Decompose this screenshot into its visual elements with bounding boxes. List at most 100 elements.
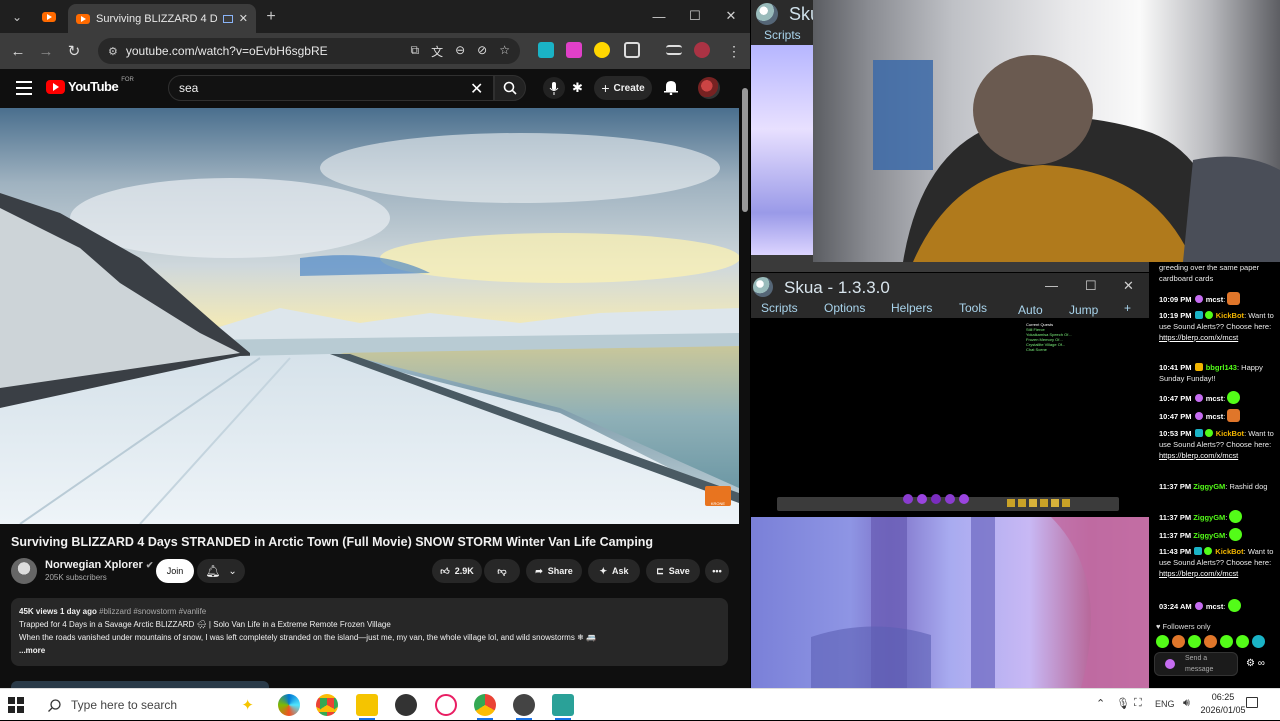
hashtags[interactable]: #blizzard #snowstorm #vanlife (99, 607, 206, 616)
tab-active[interactable]: Surviving BLIZZARD 4 Days ✕ (68, 4, 256, 33)
copilot-icon[interactable] (278, 694, 300, 716)
skua-menu-auto[interactable]: Auto (1018, 303, 1043, 317)
item-1-icon[interactable] (1007, 499, 1015, 507)
tray-chevron-up-icon[interactable]: ⌃ (1096, 697, 1105, 710)
skua-menu-tools[interactable]: Tools (959, 301, 987, 315)
taskbar-search-box[interactable]: Type here to search ✦ (36, 689, 270, 721)
close-button[interactable]: ✕ (716, 6, 746, 26)
scrollbar-thumb[interactable] (742, 88, 748, 212)
tab-close-icon[interactable]: ✕ (239, 12, 248, 25)
emote-icon[interactable] (1236, 635, 1249, 648)
video-player[interactable]: KRONE (0, 108, 739, 524)
search-button[interactable] (494, 75, 526, 101)
bookmark-star-icon[interactable]: ☆ (499, 43, 510, 60)
install-app-icon[interactable]: ⧉ (411, 43, 420, 60)
forward-button[interactable]: → (36, 41, 56, 61)
video-description[interactable]: 45K views 1 day ago #blizzard #snowstorm… (11, 598, 728, 666)
item-2-icon[interactable] (1018, 499, 1026, 507)
clock-date[interactable]: 2026/01/05 (1196, 705, 1250, 715)
back-button[interactable]: ← (8, 41, 28, 61)
create-button[interactable]: + Create (594, 76, 652, 100)
channel-avatar[interactable] (11, 558, 37, 584)
skua-menu-add[interactable]: + (1124, 301, 1131, 315)
notifications-bell-icon[interactable] (664, 79, 678, 95)
new-tab-button[interactable]: + (260, 6, 282, 28)
dislike-button[interactable]: 👎︎ (484, 559, 520, 583)
volume-icon[interactable]: 🔊︎ (1183, 697, 1190, 710)
pinned-youtube-tab[interactable] (38, 6, 60, 28)
emote-icon[interactable] (1156, 635, 1169, 648)
voice-search-button[interactable] (543, 77, 565, 99)
chrome-profile-icon[interactable] (474, 694, 496, 720)
skua-menu-options[interactable]: Options (824, 301, 865, 315)
emote-icon[interactable] (1172, 635, 1185, 648)
emote-icon[interactable] (1252, 635, 1265, 648)
chat-link[interactable]: https://blerp.com/x/mcst (1159, 333, 1238, 342)
clear-search-icon[interactable]: ✕ (470, 79, 483, 99)
maximize-button[interactable]: ☐ (680, 6, 710, 26)
chat-settings-icon[interactable]: ⚙ ∞ (1246, 658, 1265, 669)
skua-scripts-menu[interactable]: Scripts (764, 28, 801, 42)
more-actions-button[interactable]: ••• (705, 559, 729, 583)
item-4-icon[interactable] (1040, 499, 1048, 507)
like-button[interactable]: 👍︎ 2.9K (432, 559, 482, 583)
file-explorer-icon[interactable] (356, 694, 378, 720)
chat-link[interactable]: https://blerp.com/x/mcst (1159, 569, 1238, 578)
emote-icon[interactable] (1204, 635, 1217, 648)
skill-1-icon[interactable] (903, 494, 913, 504)
skill-5-icon[interactable] (959, 494, 969, 504)
input-language[interactable]: ENG (1155, 699, 1175, 709)
join-button[interactable]: Join (156, 559, 194, 583)
clock-time[interactable]: 06:25 (1196, 692, 1250, 702)
skill-2-icon[interactable] (917, 494, 927, 504)
tab-search-button[interactable]: ⌄ (6, 6, 28, 28)
item-6-icon[interactable] (1062, 499, 1070, 507)
skill-3-icon[interactable] (931, 494, 941, 504)
reload-button[interactable]: ↻ (64, 41, 84, 61)
extension-3-icon[interactable] (594, 42, 610, 58)
start-button[interactable] (8, 697, 24, 713)
chrome-icon[interactable] (316, 694, 338, 716)
emote-icon[interactable] (1220, 635, 1233, 648)
search-input[interactable]: sea (168, 75, 494, 101)
obs-icon[interactable] (395, 694, 417, 716)
chat-link[interactable]: https://blerp.com/x/mcst (1159, 451, 1238, 460)
channel-watermark[interactable]: KRONE (705, 486, 731, 506)
ask-button[interactable]: ✦ Ask (588, 559, 640, 583)
save-button[interactable]: ⊏ Save (646, 559, 700, 583)
share-button[interactable]: ➦ Share (526, 559, 582, 583)
item-5-icon[interactable] (1051, 499, 1059, 507)
extension-gamepad-icon[interactable]: ✱ (572, 80, 583, 96)
network-icon[interactable]: ⛶ (1134, 697, 1142, 710)
translate-icon[interactable]: 文 (431, 43, 443, 60)
channel-name[interactable]: Norwegian Xplorer ✔ (45, 559, 153, 571)
skua-maximize-button[interactable]: ☐ (1085, 278, 1097, 294)
game-app-icon[interactable] (552, 694, 574, 720)
emote-icon[interactable] (1188, 635, 1201, 648)
show-more-link[interactable]: ...more (19, 644, 720, 657)
skua-minimize-button[interactable]: — (1045, 278, 1058, 293)
game-viewport[interactable] (751, 45, 813, 255)
minimize-button[interactable]: — (644, 6, 674, 26)
account-avatar[interactable] (698, 77, 720, 99)
microphone-tray-icon[interactable]: 🎙︎ (1116, 697, 1130, 710)
chrome-menu-icon[interactable]: ⋮ (724, 41, 744, 61)
skua-menu-scripts[interactable]: Scripts (761, 301, 798, 315)
profile-avatar-icon[interactable] (694, 42, 710, 58)
address-bar[interactable]: ⚙ youtube.com/watch?v=oEvbH6sgbRE ⧉ 文 ⊖ … (98, 38, 520, 64)
notification-center-icon[interactable] (1246, 697, 1258, 708)
extension-2-icon[interactable] (566, 42, 582, 58)
menu-icon[interactable] (16, 81, 32, 95)
media-control-icon[interactable] (666, 45, 682, 55)
next-video-thumbnail[interactable] (11, 681, 269, 688)
extension-1-icon[interactable] (538, 42, 554, 58)
site-info-icon[interactable]: ⚙ (108, 45, 118, 58)
skua-taskbar-icon[interactable] (513, 694, 535, 720)
skua-menu-helpers[interactable]: Helpers (891, 301, 932, 315)
extensions-puzzle-icon[interactable] (624, 42, 640, 58)
chat-message-input[interactable]: Send a message (1154, 652, 1238, 676)
skua-close-button[interactable]: ✕ (1123, 278, 1134, 294)
youtube-logo[interactable]: YouTube FOR (46, 77, 134, 94)
zoom-icon[interactable]: ⊖ (455, 43, 465, 60)
tracking-icon[interactable]: ⊘ (477, 43, 487, 60)
